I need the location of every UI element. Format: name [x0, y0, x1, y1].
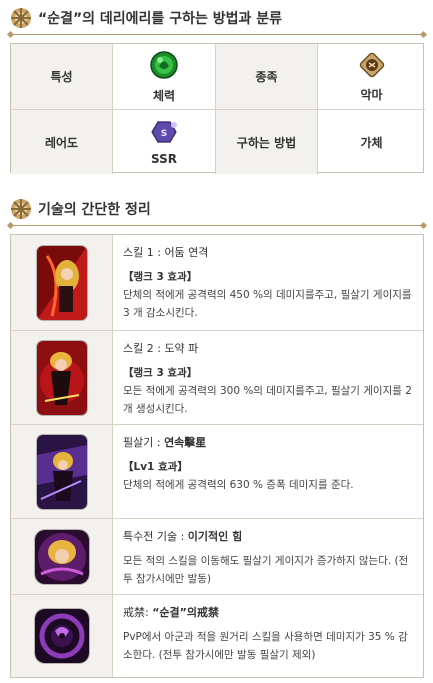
race-label-cell: 종족	[216, 44, 318, 110]
section-title: “순결”의 데리에리를 구하는 방법과 분류	[38, 11, 282, 27]
rarity-label: 레어도	[44, 135, 79, 150]
skill-text: 스킬 2 : 도약 파 【랭크 3 효과】 모든 적에게 공격력의 300 %의…	[113, 331, 423, 424]
skill-desc: 모든 적에게 공격력의 300 %의 데미지를주고, 필살기 게이지를 2 개 …	[123, 385, 412, 415]
taboo-art	[34, 609, 89, 663]
skill-row: 戒禁: “순결”의戒禁 PvP에서 아군과 적을 원거리 스킬을 사용하면 데미…	[11, 595, 423, 677]
skill-type: 스킬 1 :	[123, 246, 165, 259]
skill-effect: 【랭크 3 효과】	[123, 367, 198, 379]
skill-2-art	[36, 340, 87, 415]
skill-type: 戒禁:	[123, 606, 153, 619]
ultimate-art	[36, 434, 87, 509]
ssr-badge-icon: S	[148, 119, 180, 148]
section-title: 기술의 간단한 정리	[38, 202, 151, 218]
race-value: 악마	[360, 87, 383, 102]
svg-text:S: S	[161, 129, 167, 139]
skill-name: 특수전 기술 : 이기적인 힘	[123, 528, 413, 546]
trait-label-cell: 특성	[11, 44, 113, 110]
skill-desc: PvP에서 아군과 적을 원거리 스킬을 사용하면 데미지가 35 % 감소한다…	[123, 631, 408, 661]
rarity-value: SSR	[151, 151, 177, 166]
demon-race-icon	[358, 51, 386, 82]
health-green-orb-icon	[149, 50, 179, 83]
skill-name: 필살기 : 연속擊星	[123, 434, 413, 452]
skill-image-cell	[11, 595, 113, 677]
skill-text: 특수전 기술 : 이기적인 힘 모든 적의 스킬을 이동해도 필살기 게이지가 …	[113, 519, 423, 594]
skill-title: 도약 파	[164, 342, 199, 355]
skill-title: 연속擊星	[164, 436, 207, 449]
divider	[10, 34, 424, 35]
skill-type: 스킬 2 :	[123, 342, 165, 355]
skill-row: 특수전 기술 : 이기적인 힘 모든 적의 스킬을 이동해도 필살기 게이지가 …	[11, 519, 423, 595]
section-header-obtain: “순결”의 데리에리를 구하는 방법과 분류	[10, 4, 282, 32]
section-header-skills: 기술의 간단한 정리	[10, 195, 151, 223]
skill-image-cell	[11, 331, 113, 424]
skill-1-art	[36, 245, 87, 320]
info-table: 특성 체력 종족 악마 레어도 S SSR 구하는 방법 가체	[10, 43, 425, 174]
skill-name: 戒禁: “순결”의戒禁	[123, 604, 413, 622]
skill-text: 필살기 : 연속擊星 【Lv1 효과】 단체의 적에게 공격력의 630 % 증…	[113, 425, 423, 518]
skill-desc: 모든 적의 스킬을 이동해도 필살기 게이지가 증가하지 않는다. (전투 참가…	[123, 555, 409, 585]
skill-type: 필살기 :	[123, 436, 165, 449]
obtain-value: 가체	[360, 135, 383, 150]
skill-row: 필살기 : 연속擊星 【Lv1 효과】 단체의 적에게 공격력의 630 % 증…	[11, 425, 423, 519]
skill-image-cell	[11, 425, 113, 518]
obtain-label-cell: 구하는 방법	[216, 110, 318, 174]
skills-table: 스킬 1 : 어둠 연격 【랭크 3 효과】 단체의 적에게 공격력의 450 …	[10, 234, 424, 678]
rarity-value-cell: S SSR	[113, 110, 216, 174]
skill-image-cell	[11, 519, 113, 594]
skill-row: 스킬 2 : 도약 파 【랭크 3 효과】 모든 적에게 공격력의 300 %의…	[11, 331, 423, 425]
trait-label: 특성	[50, 70, 73, 84]
skill-name: 스킬 1 : 어둠 연격	[123, 244, 413, 262]
skill-effect: 【Lv1 효과】	[123, 461, 188, 473]
rarity-label-cell: 레어도	[11, 110, 113, 174]
skill-row: 스킬 1 : 어둠 연격 【랭크 3 효과】 단체의 적에게 공격력의 450 …	[11, 235, 423, 331]
race-label: 종족	[255, 70, 278, 84]
ornament-icon	[10, 7, 32, 29]
skill-text: 스킬 1 : 어둠 연격 【랭크 3 효과】 단체의 적에게 공격력의 450 …	[113, 235, 423, 330]
skill-desc: 단체의 적에게 공격력의 450 %의 데미지를주고, 필살기 게이지를 3 개…	[123, 289, 412, 319]
special-skill-art	[34, 529, 89, 584]
skill-title: 어둠 연격	[164, 246, 209, 259]
skill-effect: 【랭크 3 효과】	[123, 271, 198, 283]
skill-text: 戒禁: “순결”의戒禁 PvP에서 아군과 적을 원거리 스킬을 사용하면 데미…	[113, 595, 423, 677]
divider	[10, 225, 424, 226]
obtain-label: 구하는 방법	[236, 135, 297, 150]
skill-title: 이기적인 힘	[187, 530, 243, 543]
ornament-icon	[10, 198, 32, 220]
skill-desc: 단체의 적에게 공격력의 630 % 증폭 데미지를 준다.	[123, 479, 354, 491]
trait-value-cell: 체력	[113, 44, 216, 110]
skill-name: 스킬 2 : 도약 파	[123, 340, 413, 358]
trait-value: 체력	[152, 88, 176, 103]
obtain-value-cell: 가체	[318, 110, 425, 174]
skill-type: 특수전 기술 :	[123, 530, 188, 543]
skill-image-cell	[11, 235, 113, 330]
skill-title: “순결”의戒禁	[152, 606, 220, 619]
race-value-cell: 악마	[318, 44, 425, 110]
